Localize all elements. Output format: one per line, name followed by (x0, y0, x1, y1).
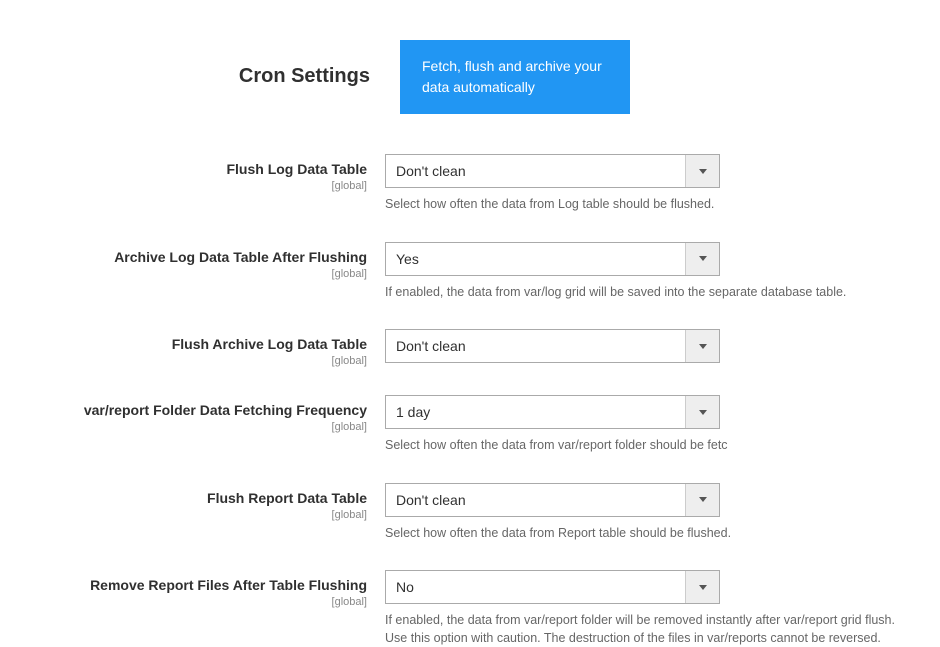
chevron-down-icon (685, 396, 719, 428)
label-flush-log: Flush Log Data Table (20, 160, 367, 178)
chevron-down-icon (685, 571, 719, 603)
field-archive-log: Archive Log Data Table After Flushing [g… (20, 242, 920, 302)
label-report-freq: var/report Folder Data Fetching Frequenc… (20, 401, 367, 419)
chevron-down-icon (685, 243, 719, 275)
select-report-freq-value: 1 day (386, 404, 685, 420)
chevron-down-icon (685, 155, 719, 187)
field-flush-report: Flush Report Data Table [global] Don't c… (20, 483, 920, 543)
section-title-wrap: Cron Settings (20, 40, 400, 88)
field-flush-log: Flush Log Data Table [global] Don't clea… (20, 154, 920, 214)
chevron-down-icon (685, 330, 719, 362)
help-report-freq: Select how often the data from var/repor… (385, 437, 920, 455)
select-flush-log[interactable]: Don't clean (385, 154, 720, 188)
select-flush-report[interactable]: Don't clean (385, 483, 720, 517)
select-report-freq[interactable]: 1 day (385, 395, 720, 429)
select-archive-log[interactable]: Yes (385, 242, 720, 276)
help-archive-log: If enabled, the data from var/log grid w… (385, 284, 920, 302)
scope-report-freq: [global] (20, 421, 367, 433)
scope-flush-log: [global] (20, 180, 367, 192)
select-flush-report-value: Don't clean (386, 492, 685, 508)
help-flush-report: Select how often the data from Report ta… (385, 525, 920, 543)
field-report-freq: var/report Folder Data Fetching Frequenc… (20, 395, 920, 455)
field-remove-report: Remove Report Files After Table Flushing… (20, 570, 920, 647)
select-remove-report[interactable]: No (385, 570, 720, 604)
help-flush-log: Select how often the data from Log table… (385, 196, 920, 214)
help-remove-report: If enabled, the data from var/report fol… (385, 612, 920, 647)
label-archive-log: Archive Log Data Table After Flushing (20, 248, 367, 266)
section-title: Cron Settings (20, 65, 370, 88)
select-remove-report-value: No (386, 579, 685, 595)
select-flush-archive[interactable]: Don't clean (385, 329, 720, 363)
scope-remove-report: [global] (20, 596, 367, 608)
select-archive-log-value: Yes (386, 251, 685, 267)
scope-flush-report: [global] (20, 509, 367, 521)
select-flush-archive-value: Don't clean (386, 338, 685, 354)
field-flush-archive: Flush Archive Log Data Table [global] Do… (20, 329, 920, 367)
info-callout: Fetch, flush and archive your data autom… (400, 40, 630, 114)
label-remove-report: Remove Report Files After Table Flushing (20, 576, 367, 594)
chevron-down-icon (685, 484, 719, 516)
select-flush-log-value: Don't clean (386, 163, 685, 179)
scope-flush-archive: [global] (20, 355, 367, 367)
label-flush-archive: Flush Archive Log Data Table (20, 335, 367, 353)
scope-archive-log: [global] (20, 268, 367, 280)
label-flush-report: Flush Report Data Table (20, 489, 367, 507)
